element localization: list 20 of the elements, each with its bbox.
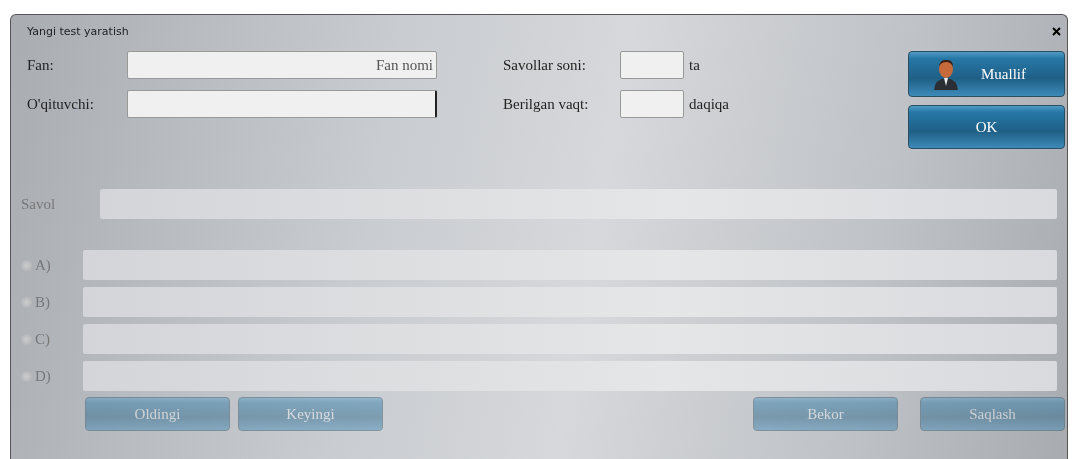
unit-label: ta (689, 56, 701, 74)
unit-label: daqiqa (689, 95, 729, 113)
field-label: Berilgan vaqt: (503, 95, 590, 113)
field-label: Savollar soni: (503, 56, 587, 74)
number-field[interactable] (620, 51, 684, 79)
text-field[interactable]: Fan nomi (127, 51, 437, 79)
number-field[interactable] (620, 90, 684, 118)
text-field[interactable] (127, 90, 437, 118)
person-icon (933, 58, 959, 90)
option-label: B) (35, 293, 50, 311)
close-icon[interactable] (1052, 26, 1061, 36)
option-label: D) (35, 367, 51, 385)
author-button[interactable]: Muallif (908, 51, 1065, 97)
field-label: Fan: (27, 56, 55, 74)
question-label: Savol (21, 195, 57, 213)
ok-button[interactable]: OK (908, 105, 1065, 149)
field-label: O'qituvchi: (27, 95, 95, 113)
option-label: C) (35, 330, 50, 348)
option-label: A) (35, 256, 51, 274)
window-title: Yangi test yaratish (27, 24, 129, 38)
